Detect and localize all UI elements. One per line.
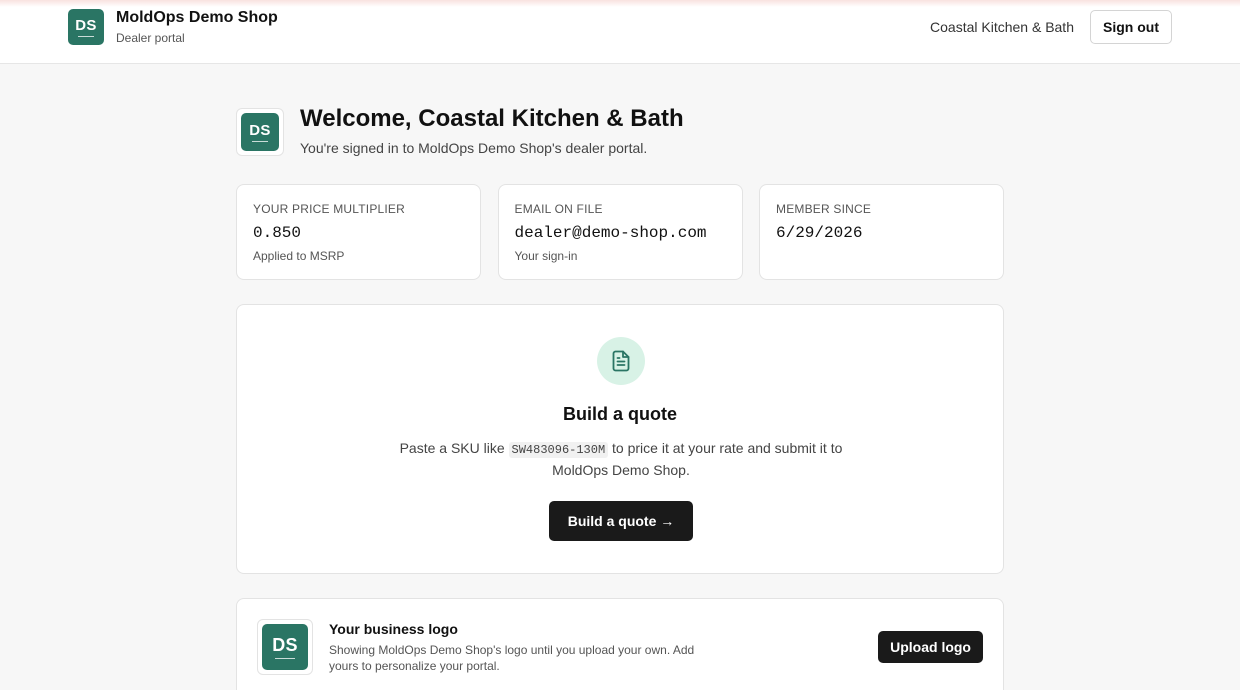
account-area: Coastal Kitchen & Bath Sign out — [930, 10, 1172, 44]
shop-logo-initials: DS — [75, 16, 97, 34]
brand-text: MoldOps Demo Shop Dealer portal — [116, 9, 278, 45]
stat-card-email: EMAIL ON FILE dealer@demo-shop.com Your … — [497, 184, 743, 280]
business-logo-frame: DS — [257, 619, 313, 675]
upload-logo-button[interactable]: Upload logo — [878, 631, 983, 663]
business-logo-initials: DS — [272, 634, 298, 655]
stat-label: MEMBER SINCE — [776, 202, 872, 216]
sku-example: SW483096-130M — [508, 442, 609, 458]
welcome-section: DS Welcome, Coastal Kitchen & Bath You'r… — [236, 105, 1004, 157]
logo-underline — [78, 35, 94, 38]
stat-value: dealer@demo-shop.com — [514, 224, 707, 242]
welcome-logo: DS — [241, 113, 279, 151]
quote-title: Build a quote — [563, 404, 677, 424]
quote-desc-before: Paste a SKU like — [399, 440, 509, 456]
shop-logo: DS — [68, 9, 104, 45]
stat-note: Applied to MSRP — [253, 249, 345, 263]
page-subtitle: You're signed in to MoldOps Demo Shop's … — [300, 140, 648, 156]
stat-note: Your sign-in — [514, 249, 578, 263]
portal-label: Dealer portal — [116, 31, 185, 45]
business-logo: DS — [262, 624, 308, 670]
shop-name: MoldOps Demo Shop — [116, 9, 278, 26]
logo-section-title: Your business logo — [329, 621, 458, 637]
welcome-text: Welcome, Coastal Kitchen & Bath You're s… — [300, 105, 684, 157]
build-quote-card: Build a quote Paste a SKU like SW483096-… — [236, 304, 1004, 574]
stats-row: YOUR PRICE MULTIPLIER 0.850 Applied to M… — [236, 184, 1004, 280]
page-title: Welcome, Coastal Kitchen & Bath — [300, 105, 684, 132]
stat-value: 0.850 — [253, 224, 302, 242]
sign-out-button[interactable]: Sign out — [1090, 10, 1172, 44]
main-content: DS Welcome, Coastal Kitchen & Bath You'r… — [236, 105, 1004, 690]
top-bar: DS MoldOps Demo Shop Dealer portal Coast… — [0, 0, 1240, 64]
stat-card-member-since: MEMBER SINCE 6/29/2026 — [759, 184, 1004, 280]
logo-underline — [252, 140, 268, 143]
quote-description: Paste a SKU like SW483096-130M to price … — [397, 438, 845, 480]
welcome-logo-initials: DS — [249, 121, 271, 139]
logo-section-description: Showing MoldOps Demo Shop's logo until y… — [329, 643, 695, 673]
stat-card-multiplier: YOUR PRICE MULTIPLIER 0.850 Applied to M… — [236, 184, 481, 280]
business-logo-card: DS Your business logo Showing MoldOps De… — [236, 598, 1004, 690]
build-quote-button[interactable]: Build a quote → — [549, 501, 693, 541]
stat-label: EMAIL ON FILE — [514, 202, 603, 216]
logo-underline — [275, 657, 295, 660]
brand[interactable]: DS MoldOps Demo Shop Dealer portal — [68, 9, 278, 45]
account-name: Coastal Kitchen & Bath — [930, 19, 1074, 35]
stat-value: 6/29/2026 — [776, 224, 863, 242]
document-icon — [597, 337, 645, 385]
logo-info: Your business logo Showing MoldOps Demo … — [329, 621, 719, 674]
welcome-logo-frame: DS — [236, 108, 284, 156]
stat-label: YOUR PRICE MULTIPLIER — [253, 202, 406, 216]
